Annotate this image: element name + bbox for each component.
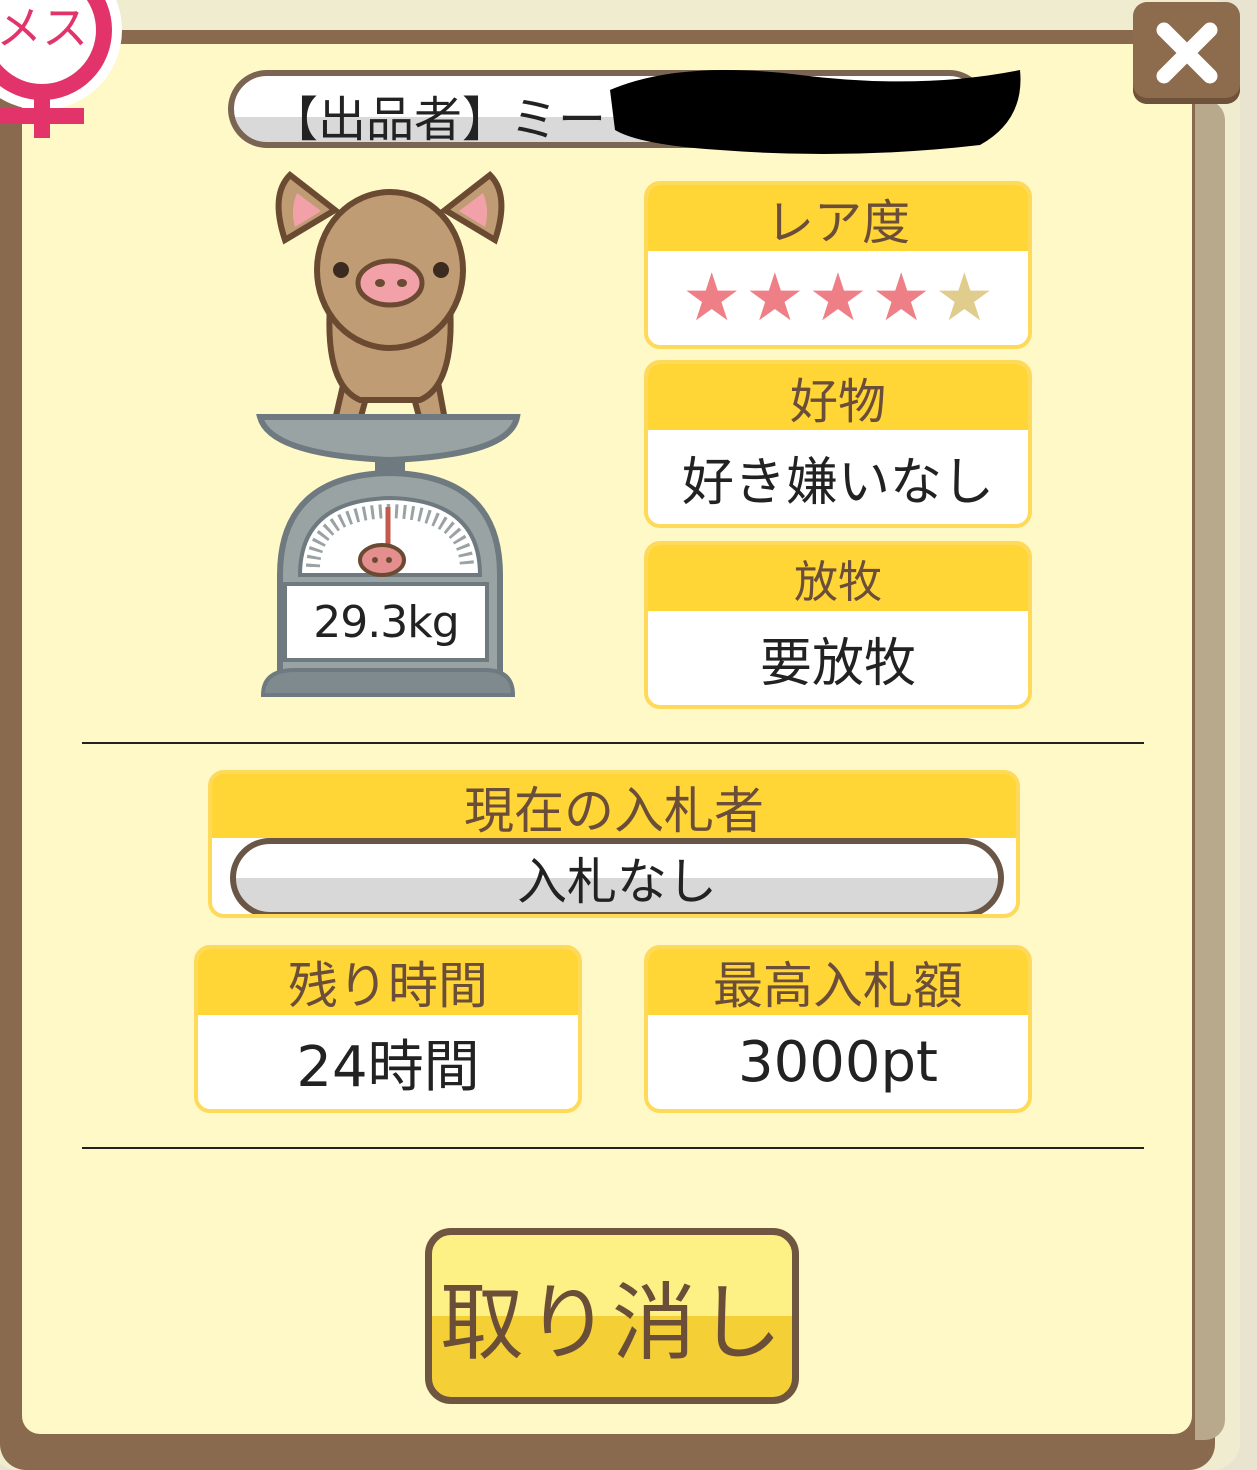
favorite-food-value: 好き嫌いなし: [681, 452, 994, 513]
divider-bottom: [82, 1147, 1144, 1149]
redaction-scribble: [610, 70, 1021, 154]
grazing-card: 放牧 要放牧: [644, 541, 1032, 709]
rarity-card: レア度 ★ ★ ★ ★ ★: [644, 181, 1032, 349]
grazing-value: 要放牧: [759, 633, 916, 694]
current-bidder-label: 現在の入札者: [212, 774, 1016, 840]
highest-bid-card: 最高入札額 3000pt: [644, 945, 1032, 1113]
highest-bid-value: 3000pt: [737, 1029, 939, 1095]
rarity-stars: ★ ★ ★ ★ ★: [648, 251, 1028, 345]
star-empty-icon: ★: [934, 259, 994, 336]
favorite-food-card: 好物 好き嫌いなし: [644, 360, 1032, 528]
star-filled-icon: ★: [682, 259, 742, 336]
close-button[interactable]: [1133, 2, 1240, 104]
current-bidder-card: 現在の入札者 入札なし: [208, 770, 1020, 918]
highest-bid-label: 最高入札額: [648, 949, 1028, 1015]
weight-display: 29.3kg: [283, 582, 489, 662]
rarity-label: レア度: [648, 185, 1028, 251]
star-filled-icon: ★: [745, 259, 805, 336]
current-bidder-value: 入札なし: [230, 838, 1004, 914]
time-left-label: 残り時間: [198, 949, 578, 1015]
close-icon: [1156, 22, 1217, 84]
seller-label: 【出品者】ミー: [270, 92, 607, 148]
time-left-value: 24時間: [296, 1034, 480, 1100]
star-filled-icon: ★: [808, 259, 868, 336]
frame-shadow: [1195, 100, 1225, 1440]
star-filled-icon: ★: [871, 259, 931, 336]
grazing-label: 放牧: [648, 545, 1028, 611]
female-badge-icon: メス: [0, 0, 122, 138]
time-left-card: 残り時間 24時間: [194, 945, 582, 1113]
female-badge-label: メス: [0, 1, 88, 55]
favorite-food-label: 好物: [648, 364, 1028, 430]
cancel-button[interactable]: 取り消し: [425, 1228, 799, 1404]
divider-top: [82, 742, 1144, 744]
